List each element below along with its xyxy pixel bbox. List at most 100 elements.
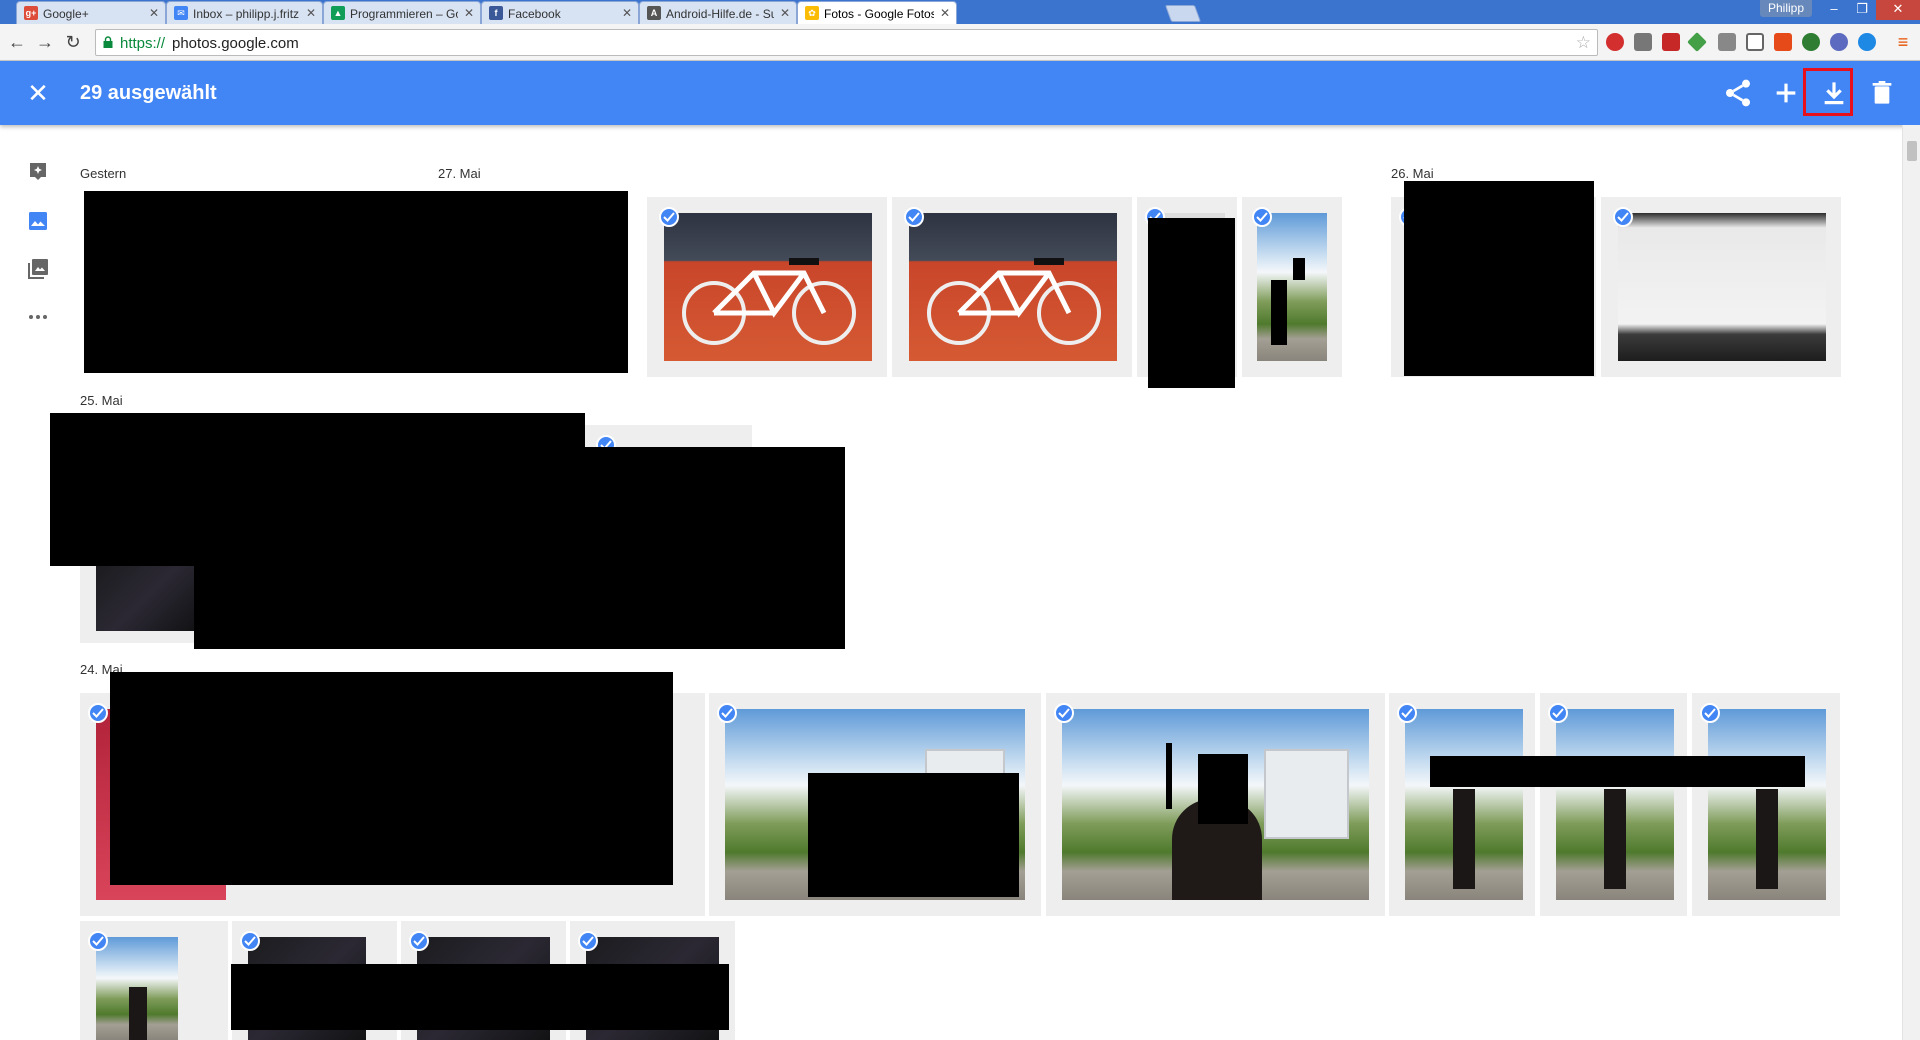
yard-photo (1556, 709, 1674, 900)
photo-tile-laptop[interactable] (1601, 197, 1841, 377)
person-figure (129, 987, 147, 1040)
person-figure (1756, 789, 1778, 889)
photo-tile-standing-3[interactable] (1692, 693, 1840, 916)
redacted-area (1430, 756, 1805, 787)
lock-icon (103, 36, 113, 48)
url-host: photos.google.com (172, 35, 299, 52)
page-scrollbar[interactable] (1902, 125, 1920, 1040)
tab-close-icon[interactable]: ✕ (940, 6, 950, 20)
selected-check-icon[interactable] (1548, 703, 1568, 723)
selected-check-icon[interactable] (1700, 703, 1720, 723)
minimize-icon[interactable]: – (1820, 0, 1848, 20)
selected-check-icon[interactable] (1252, 207, 1272, 227)
extension-adblock-icon[interactable] (1606, 33, 1624, 51)
bookmark-star-icon[interactable]: ☆ (1576, 33, 1591, 53)
tab-close-icon[interactable]: ✕ (780, 6, 790, 20)
extension-blue-icon[interactable] (1858, 33, 1876, 51)
add-icon[interactable] (1770, 77, 1802, 109)
facebook-icon: f (489, 6, 503, 20)
redacted-area (1148, 218, 1235, 388)
redacted-area (1404, 181, 1594, 376)
photos-icon[interactable] (26, 209, 50, 233)
google-drive-icon: ▲ (331, 6, 345, 20)
delete-icon[interactable] (1866, 77, 1898, 109)
selected-check-icon[interactable] (88, 703, 108, 723)
redacted-area (1198, 754, 1248, 824)
laptop-screen-photo (1618, 213, 1826, 361)
yard-photo (1708, 709, 1826, 900)
garage-door (1264, 749, 1349, 839)
back-icon[interactable]: ← (6, 31, 28, 53)
selected-check-icon[interactable] (1613, 207, 1633, 227)
extension-eyedropper-icon[interactable] (1718, 33, 1736, 51)
person-figure (1604, 789, 1626, 889)
selected-check-icon[interactable] (717, 703, 737, 723)
extension-gear-icon[interactable] (1634, 33, 1652, 51)
photo-tile-portrait-2[interactable] (1242, 197, 1342, 377)
share-icon[interactable] (1722, 77, 1754, 109)
cast-icon[interactable] (1746, 33, 1764, 51)
google-photos-icon: ✿ (805, 6, 819, 20)
extension-pocket-icon[interactable] (1830, 33, 1848, 51)
scrollbar-thumb[interactable] (1907, 141, 1917, 161)
albums-icon[interactable] (26, 257, 50, 281)
window-close-icon[interactable]: ✕ (1876, 0, 1920, 20)
tab-programmieren[interactable]: ▲ Programmieren – Google ✕ (323, 1, 481, 24)
assistant-icon[interactable] (26, 160, 50, 184)
url-scheme: https:// (120, 35, 166, 52)
extension-office-icon[interactable] (1774, 33, 1792, 51)
selection-count: 29 ausgewählt (80, 82, 217, 104)
selected-check-icon[interactable] (904, 207, 924, 227)
reload-icon[interactable]: ↻ (62, 31, 84, 53)
selected-check-icon[interactable] (240, 931, 260, 951)
yard-photo (1405, 709, 1523, 900)
restore-icon[interactable]: ❐ (1848, 0, 1876, 20)
redacted-area (231, 964, 729, 1030)
section-date-yesterday: Gestern (80, 166, 127, 181)
chrome-menu-icon[interactable]: ≡ (1892, 31, 1914, 53)
photo-tile-bike-2[interactable] (892, 197, 1132, 377)
forward-icon[interactable]: → (34, 31, 56, 53)
selected-check-icon[interactable] (578, 931, 598, 951)
section-date-may27: 27. Mai (438, 166, 481, 181)
bike-photo (664, 213, 872, 361)
bike-photo (909, 213, 1117, 361)
extension-translate-icon[interactable] (1662, 33, 1680, 51)
photo-tile-standing-2[interactable] (1540, 693, 1687, 916)
redacted-area (110, 672, 673, 885)
yard-photo (96, 937, 178, 1040)
section-date-may25: 25. Mai (80, 393, 123, 408)
photo-tile-standing-1[interactable] (1389, 693, 1535, 916)
tab-close-icon[interactable]: ✕ (306, 6, 316, 20)
selected-check-icon[interactable] (1397, 703, 1417, 723)
yard-photo (1257, 213, 1327, 361)
selected-check-icon[interactable] (659, 207, 679, 227)
inbox-icon: ✉ (174, 6, 188, 20)
extension-evernote-icon[interactable] (1802, 33, 1820, 51)
selected-check-icon[interactable] (88, 931, 108, 951)
download-icon[interactable] (1818, 77, 1850, 109)
tab-facebook[interactable]: f Facebook ✕ (481, 1, 639, 24)
new-tab-button[interactable] (1164, 5, 1202, 22)
tab-google-plus[interactable]: g+ Google+ ✕ (16, 1, 166, 24)
redacted-area (1293, 258, 1305, 280)
redacted-area (84, 191, 628, 373)
profile-badge[interactable]: Philipp (1760, 0, 1812, 17)
section-date-may26: 26. Mai (1391, 166, 1434, 181)
tab-inbox[interactable]: ✉ Inbox – philipp.j.fritz@gm ✕ (166, 1, 323, 24)
selection-app-bar: ✕ 29 ausgewählt (0, 61, 1920, 125)
more-icon[interactable] (26, 305, 50, 329)
android-icon: A (647, 6, 661, 20)
photo-tile-bike-1[interactable] (647, 197, 887, 377)
tab-close-icon[interactable]: ✕ (622, 6, 632, 20)
selected-check-icon[interactable] (409, 931, 429, 951)
selected-check-icon[interactable] (1054, 703, 1074, 723)
tab-google-fotos[interactable]: ✿ Fotos - Google Fotos ✕ (797, 1, 957, 25)
tab-android-hilfe[interactable]: A Android-Hilfe.de - Suchen ✕ (639, 1, 797, 24)
tab-close-icon[interactable]: ✕ (149, 6, 159, 20)
photo-tile-row4-1[interactable] (80, 921, 228, 1040)
extension-arrow-icon[interactable] (1687, 32, 1707, 52)
tab-close-icon[interactable]: ✕ (464, 6, 474, 20)
address-bar[interactable]: https:// photos.google.com ☆ (95, 29, 1598, 56)
close-selection-icon[interactable]: ✕ (24, 79, 52, 107)
